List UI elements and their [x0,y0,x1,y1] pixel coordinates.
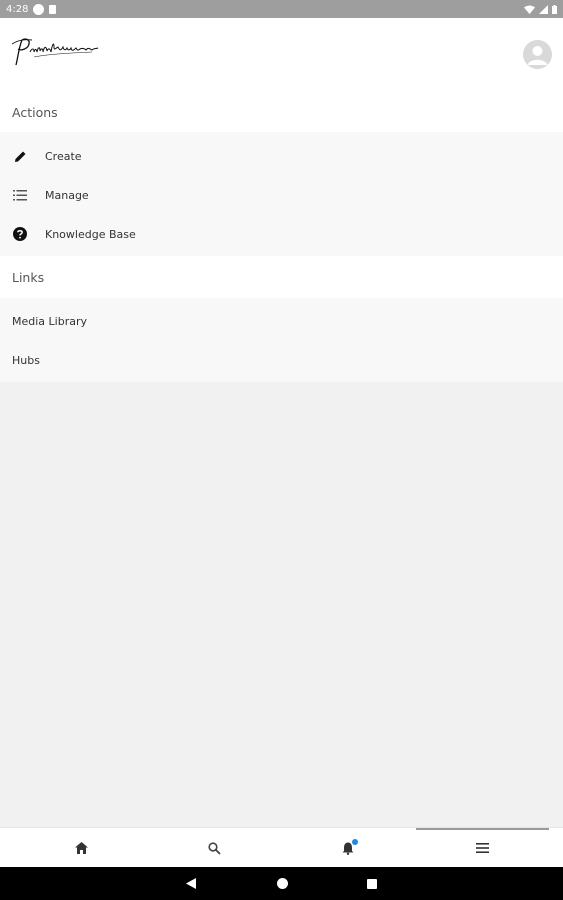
app-header [0,18,563,92]
home-button[interactable] [262,867,302,900]
list-icon [12,187,28,203]
back-button[interactable] [171,867,211,900]
menu-icon [476,843,489,853]
action-knowledge-base-label: Knowledge Base [45,227,136,241]
home-icon [75,842,88,854]
app-notification-icon [33,3,45,15]
actions-list: Create Manage Knowledge Base [0,132,563,256]
action-knowledge-base[interactable]: Knowledge Base [0,214,563,254]
tab-menu[interactable] [416,828,549,868]
pencil-icon [12,148,28,164]
help-circle-icon [12,226,28,242]
links-heading-text: Links [12,269,45,285]
status-bar: 4:28 [0,0,563,18]
tab-home[interactable] [15,828,148,868]
link-hubs-label: Hubs [12,353,40,367]
app-logo[interactable] [10,35,106,71]
action-create[interactable]: Create [0,136,563,176]
search-icon [208,841,221,855]
bottom-nav [0,827,563,867]
recents-button[interactable] [352,867,392,900]
user-avatar[interactable] [523,40,552,69]
action-create-label: Create [45,149,82,163]
recents-icon [367,878,377,889]
battery-icon [552,4,557,14]
tab-notifications[interactable] [281,828,414,868]
actions-heading-text: Actions [12,104,58,120]
signal-icon [539,4,548,14]
wifi-icon [524,5,535,14]
action-manage-label: Manage [45,188,89,202]
links-list: Media Library Hubs [0,298,563,382]
action-manage[interactable]: Manage [0,175,563,215]
status-time: 4:28 [6,3,29,15]
links-heading: Links [0,256,563,298]
notification-badge [352,839,358,845]
back-icon [186,878,196,889]
link-media-library[interactable]: Media Library [0,301,563,341]
user-avatar-icon [523,40,552,69]
tab-search[interactable] [148,828,281,868]
link-hubs[interactable]: Hubs [0,340,563,380]
system-nav-bar [0,867,563,900]
home-circle-icon [276,878,288,889]
link-media-library-label: Media Library [12,314,87,328]
actions-heading: Actions [0,92,563,132]
sd-card-icon [49,4,57,14]
